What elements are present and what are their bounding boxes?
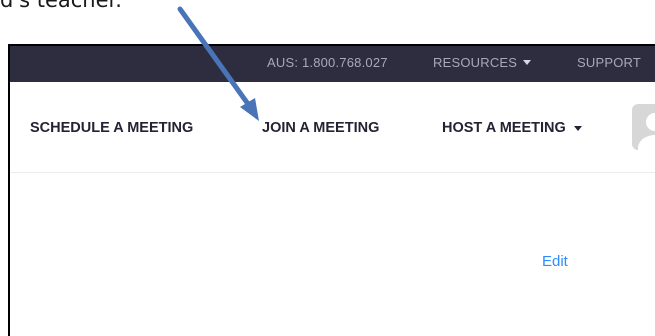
- join-meeting-link[interactable]: JOIN A MEETING: [262, 120, 379, 136]
- edit-link[interactable]: Edit: [542, 253, 568, 270]
- support-label: SUPPORT: [577, 55, 642, 70]
- support-link[interactable]: SUPPORT: [577, 55, 641, 70]
- resources-label: RESOURCES: [433, 55, 518, 70]
- screenshot-canvas: d's teacher. AUS: 1.800.768.027 RESOURCE…: [0, 0, 655, 336]
- host-meeting-menu[interactable]: HOST A MEETING: [442, 120, 582, 136]
- chevron-down-icon: [523, 60, 532, 65]
- user-avatar-icon[interactable]: [632, 104, 655, 150]
- join-meeting-label: JOIN A MEETING: [262, 120, 380, 136]
- browser-frame: AUS: 1.800.768.027 RESOURCES SUPPORT SCH…: [8, 44, 655, 336]
- schedule-meeting-link[interactable]: SCHEDULE A MEETING: [30, 120, 193, 136]
- phone-number-text: AUS: 1.800.768.027: [267, 55, 388, 70]
- schedule-meeting-label: SCHEDULE A MEETING: [30, 120, 194, 136]
- main-navbar: SCHEDULE A MEETING JOIN A MEETING HOST A…: [10, 82, 655, 173]
- host-meeting-label: HOST A MEETING: [442, 120, 566, 136]
- phone-number-link[interactable]: AUS: 1.800.768.027: [267, 55, 388, 70]
- resources-menu[interactable]: RESOURCES: [433, 55, 532, 70]
- caption-text: d's teacher.: [0, 0, 122, 12]
- top-utility-bar: AUS: 1.800.768.027 RESOURCES SUPPORT: [10, 46, 655, 82]
- chevron-down-icon: [573, 125, 582, 131]
